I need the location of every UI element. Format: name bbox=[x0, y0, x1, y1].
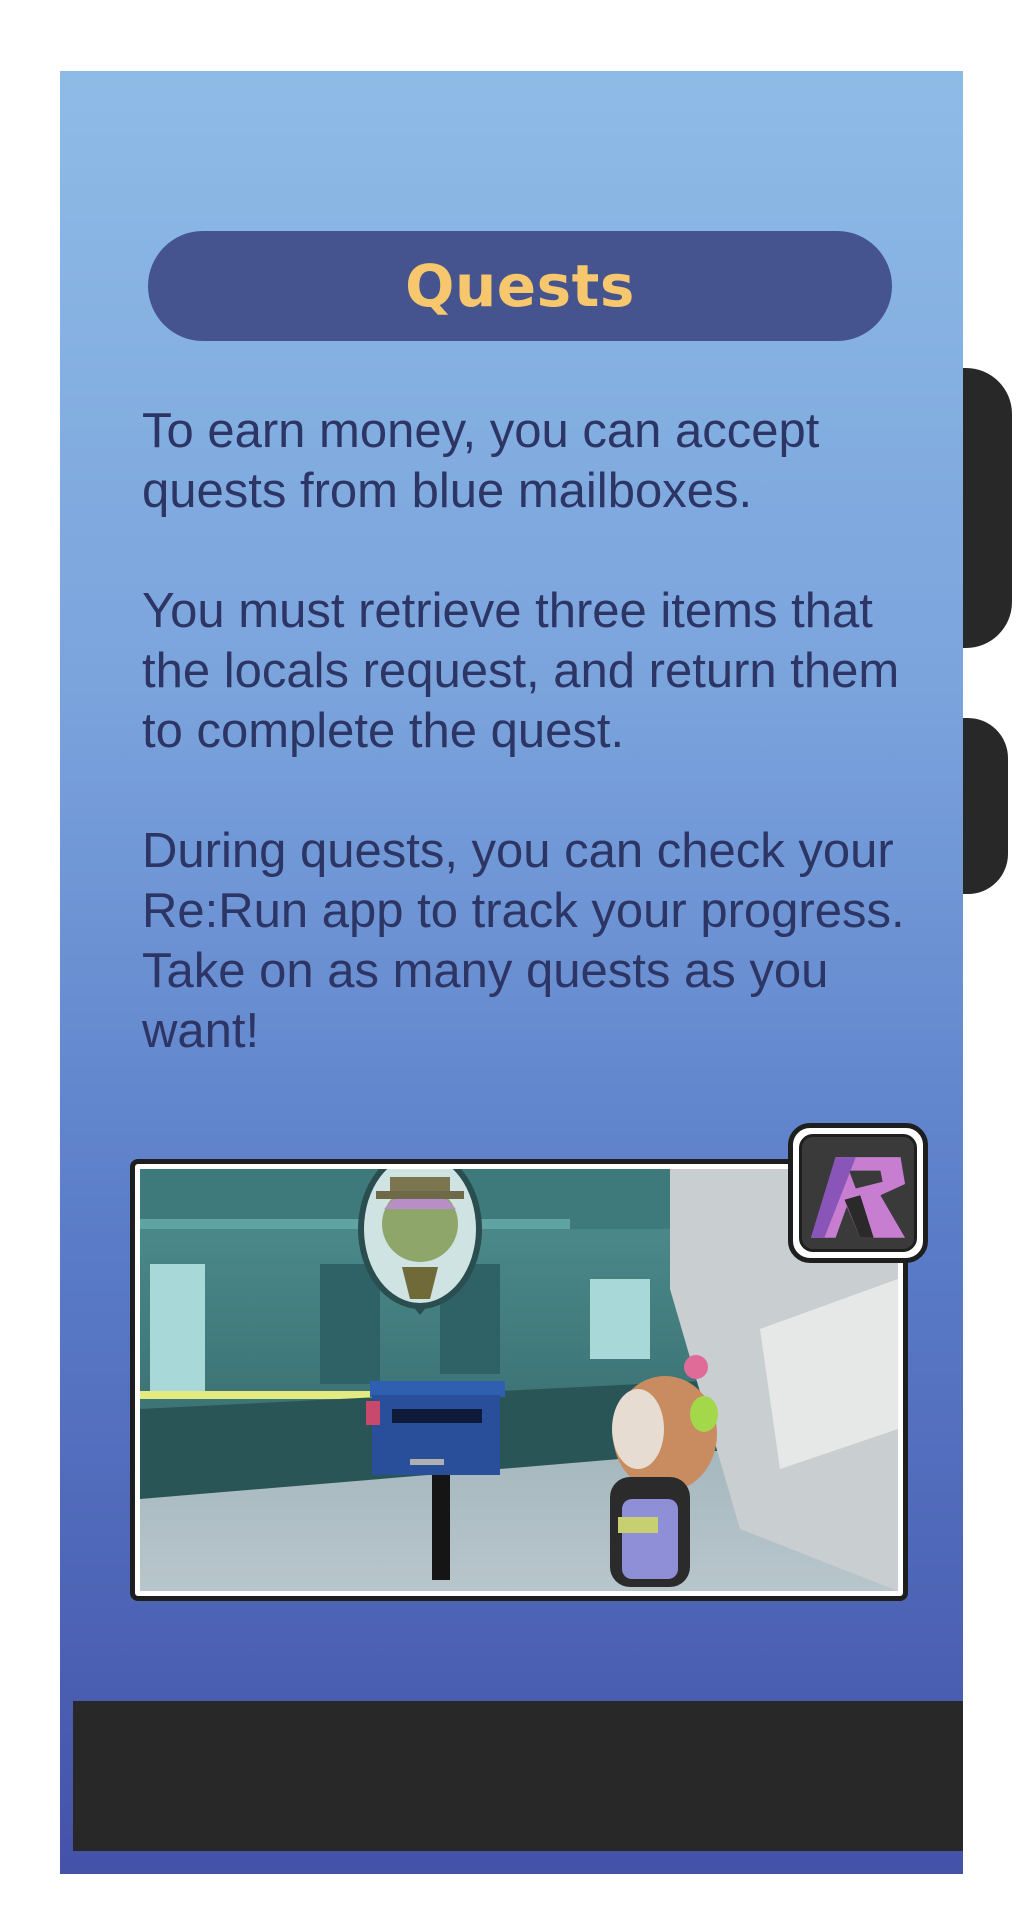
gameplay-scene-image bbox=[140, 1169, 898, 1591]
title-banner: Quests bbox=[148, 231, 892, 341]
rerun-app-logo-icon bbox=[788, 1123, 928, 1263]
side-tab-top[interactable] bbox=[960, 368, 1012, 648]
rerun-logo-glyph bbox=[802, 1137, 914, 1249]
side-tab-bottom[interactable] bbox=[960, 718, 1008, 894]
paragraph-retrieve-items: You must retrieve three items that the l… bbox=[142, 584, 900, 758]
paragraph-accept-quests: To earn money, you can accept quests fro… bbox=[142, 404, 820, 518]
page-title: Quests bbox=[405, 252, 635, 320]
paragraph-track-progress: During quests, you can check your Re:Run… bbox=[142, 824, 905, 1058]
tutorial-body: To earn money, you can accept quests fro… bbox=[142, 401, 922, 1121]
tutorial-panel: Quests To earn money, you can accept que… bbox=[60, 71, 963, 1874]
bottom-bar bbox=[73, 1701, 963, 1851]
